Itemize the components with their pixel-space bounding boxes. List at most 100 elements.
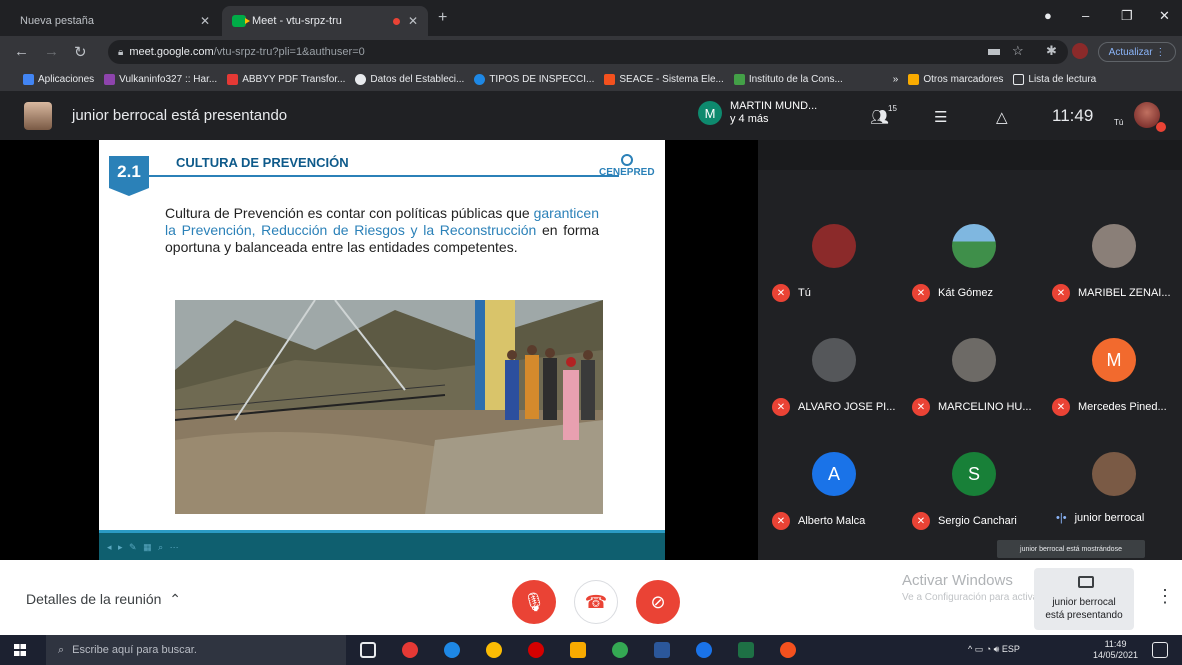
close-tab-icon[interactable]: ✕ (408, 14, 418, 28)
avatar: M (698, 101, 722, 125)
restore-button[interactable]: ❐ (1121, 8, 1133, 24)
participant-tile[interactable]: M ✕ Mercedes Pined... (1044, 314, 1182, 424)
close-tab-icon[interactable]: ✕ (200, 14, 210, 28)
camera-off-icon: ⊘ (650, 591, 666, 612)
participant-tile[interactable]: A ✕ Alberto Malca (764, 428, 904, 538)
chrome-icon[interactable] (486, 642, 502, 658)
recording-dot-icon (392, 17, 400, 25)
avatar (952, 224, 996, 268)
meeting-details-button[interactable]: Detalles de la reunión ⌃ (26, 591, 181, 608)
bookmark-item[interactable]: SEACE - Sistema Ele... (599, 74, 728, 85)
tab-label: Nueva pestaña (20, 15, 94, 27)
mic-off-icon: ✕ (772, 398, 790, 416)
folder-icon (908, 74, 920, 85)
chat-icon[interactable]: ☰ (934, 108, 947, 126)
camera-toggle-button[interactable]: ⊘ (636, 580, 680, 624)
profile-avatar[interactable] (1072, 43, 1088, 59)
extensions-icon[interactable]: ✱ (1046, 43, 1057, 59)
bookmarks-overflow-button[interactable]: » (888, 74, 904, 85)
bookmark-apps[interactable]: Aplicaciones (18, 74, 99, 85)
leave-call-button[interactable]: ☎︎ (574, 580, 618, 624)
more-options-icon[interactable]: ⋮ (1156, 586, 1174, 607)
opera-icon[interactable] (528, 642, 544, 658)
participant-name: MARCELINO HU... (938, 401, 1032, 413)
tab-new[interactable]: Nueva pestaña ✕ (10, 6, 220, 36)
bookmark-star-icon[interactable]: ☆ (1012, 43, 1024, 59)
presenting-card[interactable]: junior berrocal está presentando (1034, 568, 1134, 630)
bookmark-item[interactable]: Instituto de la Cons... (729, 74, 848, 85)
windows-start-icon[interactable] (14, 644, 26, 656)
meet-controls-bar: Detalles de la reunión ⌃ 🎙︎ ☎︎ ⊘ Activar… (0, 560, 1182, 635)
tray-icons: ^ ▭ ◔ 🔊︎ (968, 644, 1002, 654)
participant-tile[interactable]: ✕ MARIBEL ZENAI... (1044, 200, 1182, 310)
bookmark-item[interactable]: Datos del Estableci... (350, 74, 469, 85)
slide-nav-controls[interactable]: ◂ ▸ ✎ ▦ ⌕ ⋯ (107, 542, 181, 553)
bookmark-item[interactable]: ABBYY PDF Transfor... (222, 74, 350, 85)
present-screen-icon (1078, 576, 1094, 588)
task-view-icon[interactable] (360, 642, 376, 658)
mic-toggle-button[interactable]: 🎙︎ (512, 580, 556, 624)
bookmark-item[interactable]: TIPOS DE INSPECCI... (469, 74, 599, 85)
back-arrow-icon[interactable]: ← (14, 43, 29, 60)
participant-tile[interactable]: ✕ ALVARO JOSE PI... (764, 314, 904, 424)
file-explorer-icon[interactable] (570, 642, 586, 658)
presenter-avatar (24, 102, 52, 130)
apps-grid-icon (23, 74, 34, 85)
avatar: M (1092, 338, 1136, 382)
url-path: /vtu-srpz-tru?pli=1&authuser=0 (213, 46, 365, 58)
participant-name: Alberto Malca (798, 515, 866, 527)
notifications-icon[interactable] (1152, 642, 1168, 658)
whatsapp-icon[interactable] (612, 642, 628, 658)
bookmark-item[interactable]: Vulkaninfo327 :: Har... (99, 74, 222, 85)
taskbar-clock[interactable]: 11:49 14/05/2021 (1093, 639, 1138, 661)
taskbar-search-input[interactable]: ⌕ Escribe aquí para buscar. (46, 635, 346, 665)
app-icon[interactable] (780, 642, 796, 658)
slide-title: CULTURA DE PREVENCIÓN (176, 155, 349, 170)
self-label: Tú (1114, 118, 1124, 127)
avatar (812, 338, 856, 382)
meet-header: junior berrocal está presentando M MARTI… (0, 92, 1182, 140)
window-close-button[interactable]: ✕ (1159, 8, 1170, 24)
reading-list-icon (1013, 74, 1025, 85)
pinned-participants[interactable]: M MARTIN MUND... y 4 más (698, 100, 817, 126)
avatar: S (952, 452, 996, 496)
participant-tile[interactable]: ✕ MARCELINO HU... (904, 314, 1044, 424)
participant-tile[interactable]: ✕ Kát Gómez (904, 200, 1044, 310)
profile-dot-icon[interactable]: ● (1044, 8, 1052, 23)
activities-icon[interactable]: △ (996, 108, 1008, 126)
participant-name: junior berrocal (1074, 512, 1145, 524)
cenepred-logo: CENEPRED (599, 154, 655, 178)
other-bookmarks-folder[interactable]: Otros marcadores (903, 74, 1008, 85)
update-chrome-button[interactable]: Actualizar ⋮ (1098, 42, 1176, 62)
pinned-more: y 4 más (730, 113, 769, 125)
camera-in-use-icon[interactable] (988, 49, 1000, 55)
hang-up-icon: ☎︎ (584, 591, 608, 612)
participant-tile[interactable]: ✕ Tú (764, 200, 904, 310)
participant-tile[interactable]: •|• junior berrocal (1044, 428, 1182, 538)
system-tray[interactable]: ^ ▭ ◔ 🔊︎ ESP (968, 644, 1020, 655)
avatar (1092, 452, 1136, 496)
mic-off-icon: 🎙︎ (522, 591, 546, 612)
avatar (1092, 224, 1136, 268)
url-bar[interactable]: 🔒︎ meet.google.com /vtu-srpz-tru?pli=1&a… (108, 40, 1068, 64)
people-icon[interactable]: 👥︎ (870, 108, 889, 126)
edge-icon[interactable] (444, 642, 460, 658)
forward-arrow-icon[interactable]: → (44, 43, 59, 60)
chevron-up-icon: ⌃ (165, 591, 181, 607)
tab-meet[interactable]: Meet - vtu-srpz-tru ✕ (222, 6, 428, 36)
presenting-banner: junior berrocal está presentando (72, 107, 288, 124)
app-icon[interactable] (402, 642, 418, 658)
excel-icon[interactable] (738, 642, 754, 658)
reload-icon[interactable]: ↻ (74, 43, 87, 61)
avatar (812, 224, 856, 268)
bookmark-favicon-icon (227, 74, 239, 85)
minimize-button[interactable]: – (1082, 8, 1089, 23)
presentation-stage: 2.1 CULTURA DE PREVENCIÓN CENEPRED Cultu… (0, 140, 758, 560)
reading-list-button[interactable]: Lista de lectura (1008, 74, 1101, 85)
address-toolbar: ← → ↻ 🔒︎ meet.google.com /vtu-srpz-tru?p… (0, 36, 1182, 68)
new-tab-button[interactable]: + (438, 9, 447, 27)
participant-tile[interactable]: S ✕ Sergio Canchari (904, 428, 1044, 538)
word-icon[interactable] (654, 642, 670, 658)
app-icon[interactable] (696, 642, 712, 658)
participants-grid: ✕ Tú ✕ Kát Gómez ✕ MARIBEL ZENAI... ✕ ALVARO… (758, 140, 1182, 560)
